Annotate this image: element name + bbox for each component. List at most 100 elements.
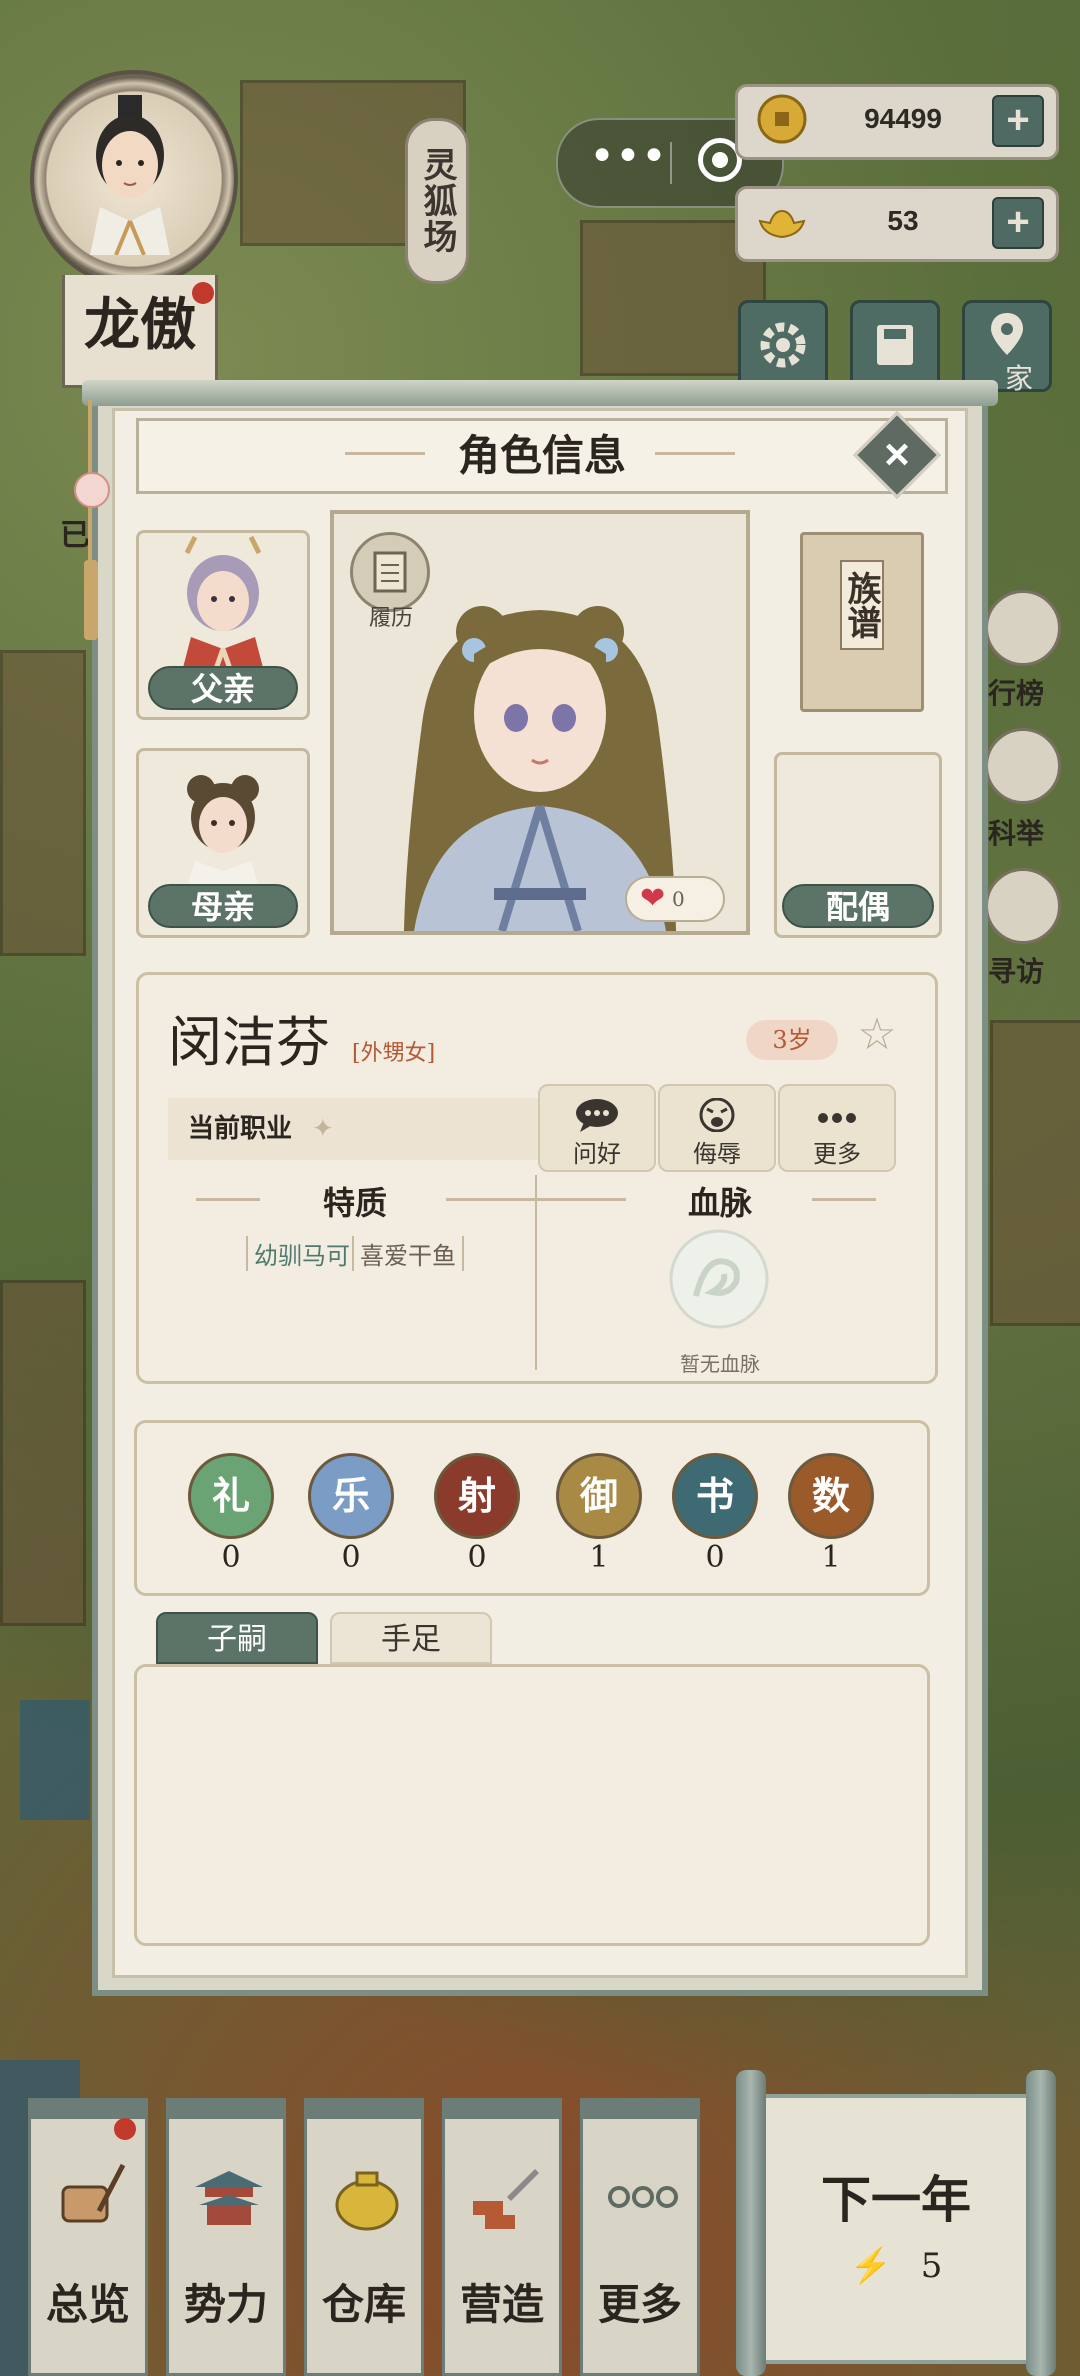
more-dots-icon <box>818 1113 856 1123</box>
likes-count: 0 <box>672 887 685 911</box>
menu-construction-label: 营造 <box>459 2280 544 2329</box>
skill-shu2-icon[interactable]: 数 <box>788 1453 874 1539</box>
more-actions-button[interactable]: 更多 <box>778 1084 896 1172</box>
lightning-icon: ⚡ <box>849 2246 892 2286</box>
skill-yue-value: 0 <box>341 1540 361 1575</box>
tab-children[interactable]: 子嗣 <box>156 1612 318 1664</box>
energy-value: 5 <box>920 2246 943 2286</box>
character-relation: [外甥女] <box>352 1041 436 1066</box>
skill-yue-icon[interactable]: 乐 <box>308 1453 394 1539</box>
save-icon <box>877 325 913 365</box>
player-avatar <box>90 95 170 255</box>
exam-button[interactable] <box>985 728 1061 804</box>
relatives-list <box>134 1664 930 1946</box>
menu-construction[interactable]: 营造 <box>442 2098 562 2376</box>
capsule-divider <box>670 142 672 184</box>
side-label-home: 家 <box>1005 362 1034 395</box>
overview-notification-dot <box>114 2118 136 2140</box>
skill-shu2-value: 1 <box>821 1540 841 1575</box>
resume-label: 履历 <box>368 606 413 631</box>
job-label: 当前职业 <box>188 1114 293 1144</box>
menu-more-label: 更多 <box>597 2280 682 2329</box>
menu-forces-label: 势力 <box>183 2280 268 2329</box>
insult-button[interactable]: 侮辱 <box>658 1084 776 1172</box>
settings-button[interactable] <box>738 300 828 392</box>
map-field <box>0 650 86 956</box>
next-year-button[interactable]: 下一年 ⚡ 5 <box>736 2070 1056 2376</box>
coins-bar: 94499 + <box>735 84 1059 160</box>
character-name: 闵洁芬 <box>168 1011 330 1074</box>
menu-overview-label: 总览 <box>45 2280 130 2329</box>
save-button[interactable] <box>850 300 940 392</box>
age-badge: 3岁 <box>746 1020 838 1060</box>
coin-icon <box>757 94 807 144</box>
sparkle-icon: ✦ <box>312 1114 334 1144</box>
heart-icon: ❤ <box>640 881 666 916</box>
menu-forces[interactable]: 势力 <box>166 2098 286 2376</box>
traits-ornament-left <box>196 1198 260 1201</box>
menu-more[interactable]: 更多 <box>580 2098 700 2376</box>
more-dots-icon <box>608 2186 678 2208</box>
chat-icon <box>576 1099 618 1132</box>
notification-dot <box>192 282 214 304</box>
skill-yu-value: 1 <box>589 1540 609 1575</box>
gold-ingot-icon <box>758 209 806 239</box>
bloodline-empty-text: 暂无血脉 <box>680 1352 760 1376</box>
gear-icon <box>760 322 806 368</box>
next-year-label: 下一年 <box>821 2170 971 2229</box>
skill-she-value: 0 <box>467 1540 487 1575</box>
skill-she-icon[interactable]: 射 <box>434 1453 520 1539</box>
mother-label: 母亲 <box>148 884 298 928</box>
greet-button[interactable]: 问好 <box>538 1084 656 1172</box>
insult-label: 侮辱 <box>693 1140 741 1168</box>
ingots-value: 53 <box>887 205 919 236</box>
details-divider <box>535 1175 537 1370</box>
genealogy-label: 族谱 <box>840 560 884 650</box>
more-actions-label: 更多 <box>813 1140 861 1168</box>
energy-readout: ⚡ 5 <box>758 2246 1034 2286</box>
skill-shu-icon[interactable]: 书 <box>672 1453 758 1539</box>
bloodline-emblem-icon <box>669 1229 769 1329</box>
ranking-button[interactable] <box>985 590 1061 666</box>
traits-title: 特质 <box>322 1184 387 1222</box>
map-water <box>20 1700 90 1820</box>
menu-warehouse[interactable]: 仓库 <box>304 2098 424 2376</box>
scroll-rod <box>82 380 998 406</box>
side-label-visit: 寻访 <box>988 955 1045 988</box>
sack-icon <box>335 2171 399 2231</box>
trait-item[interactable]: 喜爱干鱼 <box>352 1236 464 1271</box>
bloodline-title: 血脉 <box>687 1184 752 1222</box>
skill-yu-icon[interactable]: 御 <box>556 1453 642 1539</box>
trait-item[interactable]: 幼驯马可 <box>246 1236 356 1271</box>
add-coins-button[interactable]: + <box>992 95 1044 147</box>
greet-label: 问好 <box>573 1140 621 1168</box>
player-status-partial: 已 <box>60 518 90 553</box>
scroll-icon <box>373 551 407 593</box>
dialog-title: 角色信息 <box>457 431 626 480</box>
menu-dots-icon[interactable]: ••• <box>588 135 668 182</box>
visit-button[interactable] <box>985 868 1061 944</box>
location-pin-icon <box>991 313 1023 355</box>
location-tag[interactable]: 灵狐场 <box>405 118 469 284</box>
side-label-exam: 科举 <box>988 817 1045 850</box>
menu-overview[interactable]: 总览 <box>28 2098 148 2376</box>
trowel-bricks-icon <box>473 2169 539 2229</box>
skill-li-icon[interactable]: 礼 <box>188 1453 274 1539</box>
map-home-button[interactable]: 家 <box>962 300 1052 395</box>
palace-icon <box>195 2171 263 2225</box>
bloodline-ornament-right <box>812 1198 876 1201</box>
close-icon[interactable]: × <box>866 424 928 486</box>
coins-value: 94499 <box>864 103 942 134</box>
title-ornament-right <box>655 452 735 455</box>
side-label-ranking: 行榜 <box>988 677 1045 710</box>
tab-siblings[interactable]: 手足 <box>330 1612 492 1664</box>
favorite-star-icon[interactable]: ☆ <box>855 1013 899 1057</box>
add-ingots-button[interactable]: + <box>992 197 1044 249</box>
title-ornament-left <box>345 452 425 455</box>
angry-face-icon <box>699 1098 735 1132</box>
father-label: 父亲 <box>148 666 298 710</box>
scroll-brush-icon <box>61 2163 126 2223</box>
ingots-bar: 53 + <box>735 186 1059 262</box>
skill-li-value: 0 <box>221 1540 241 1575</box>
tassel <box>84 560 98 640</box>
